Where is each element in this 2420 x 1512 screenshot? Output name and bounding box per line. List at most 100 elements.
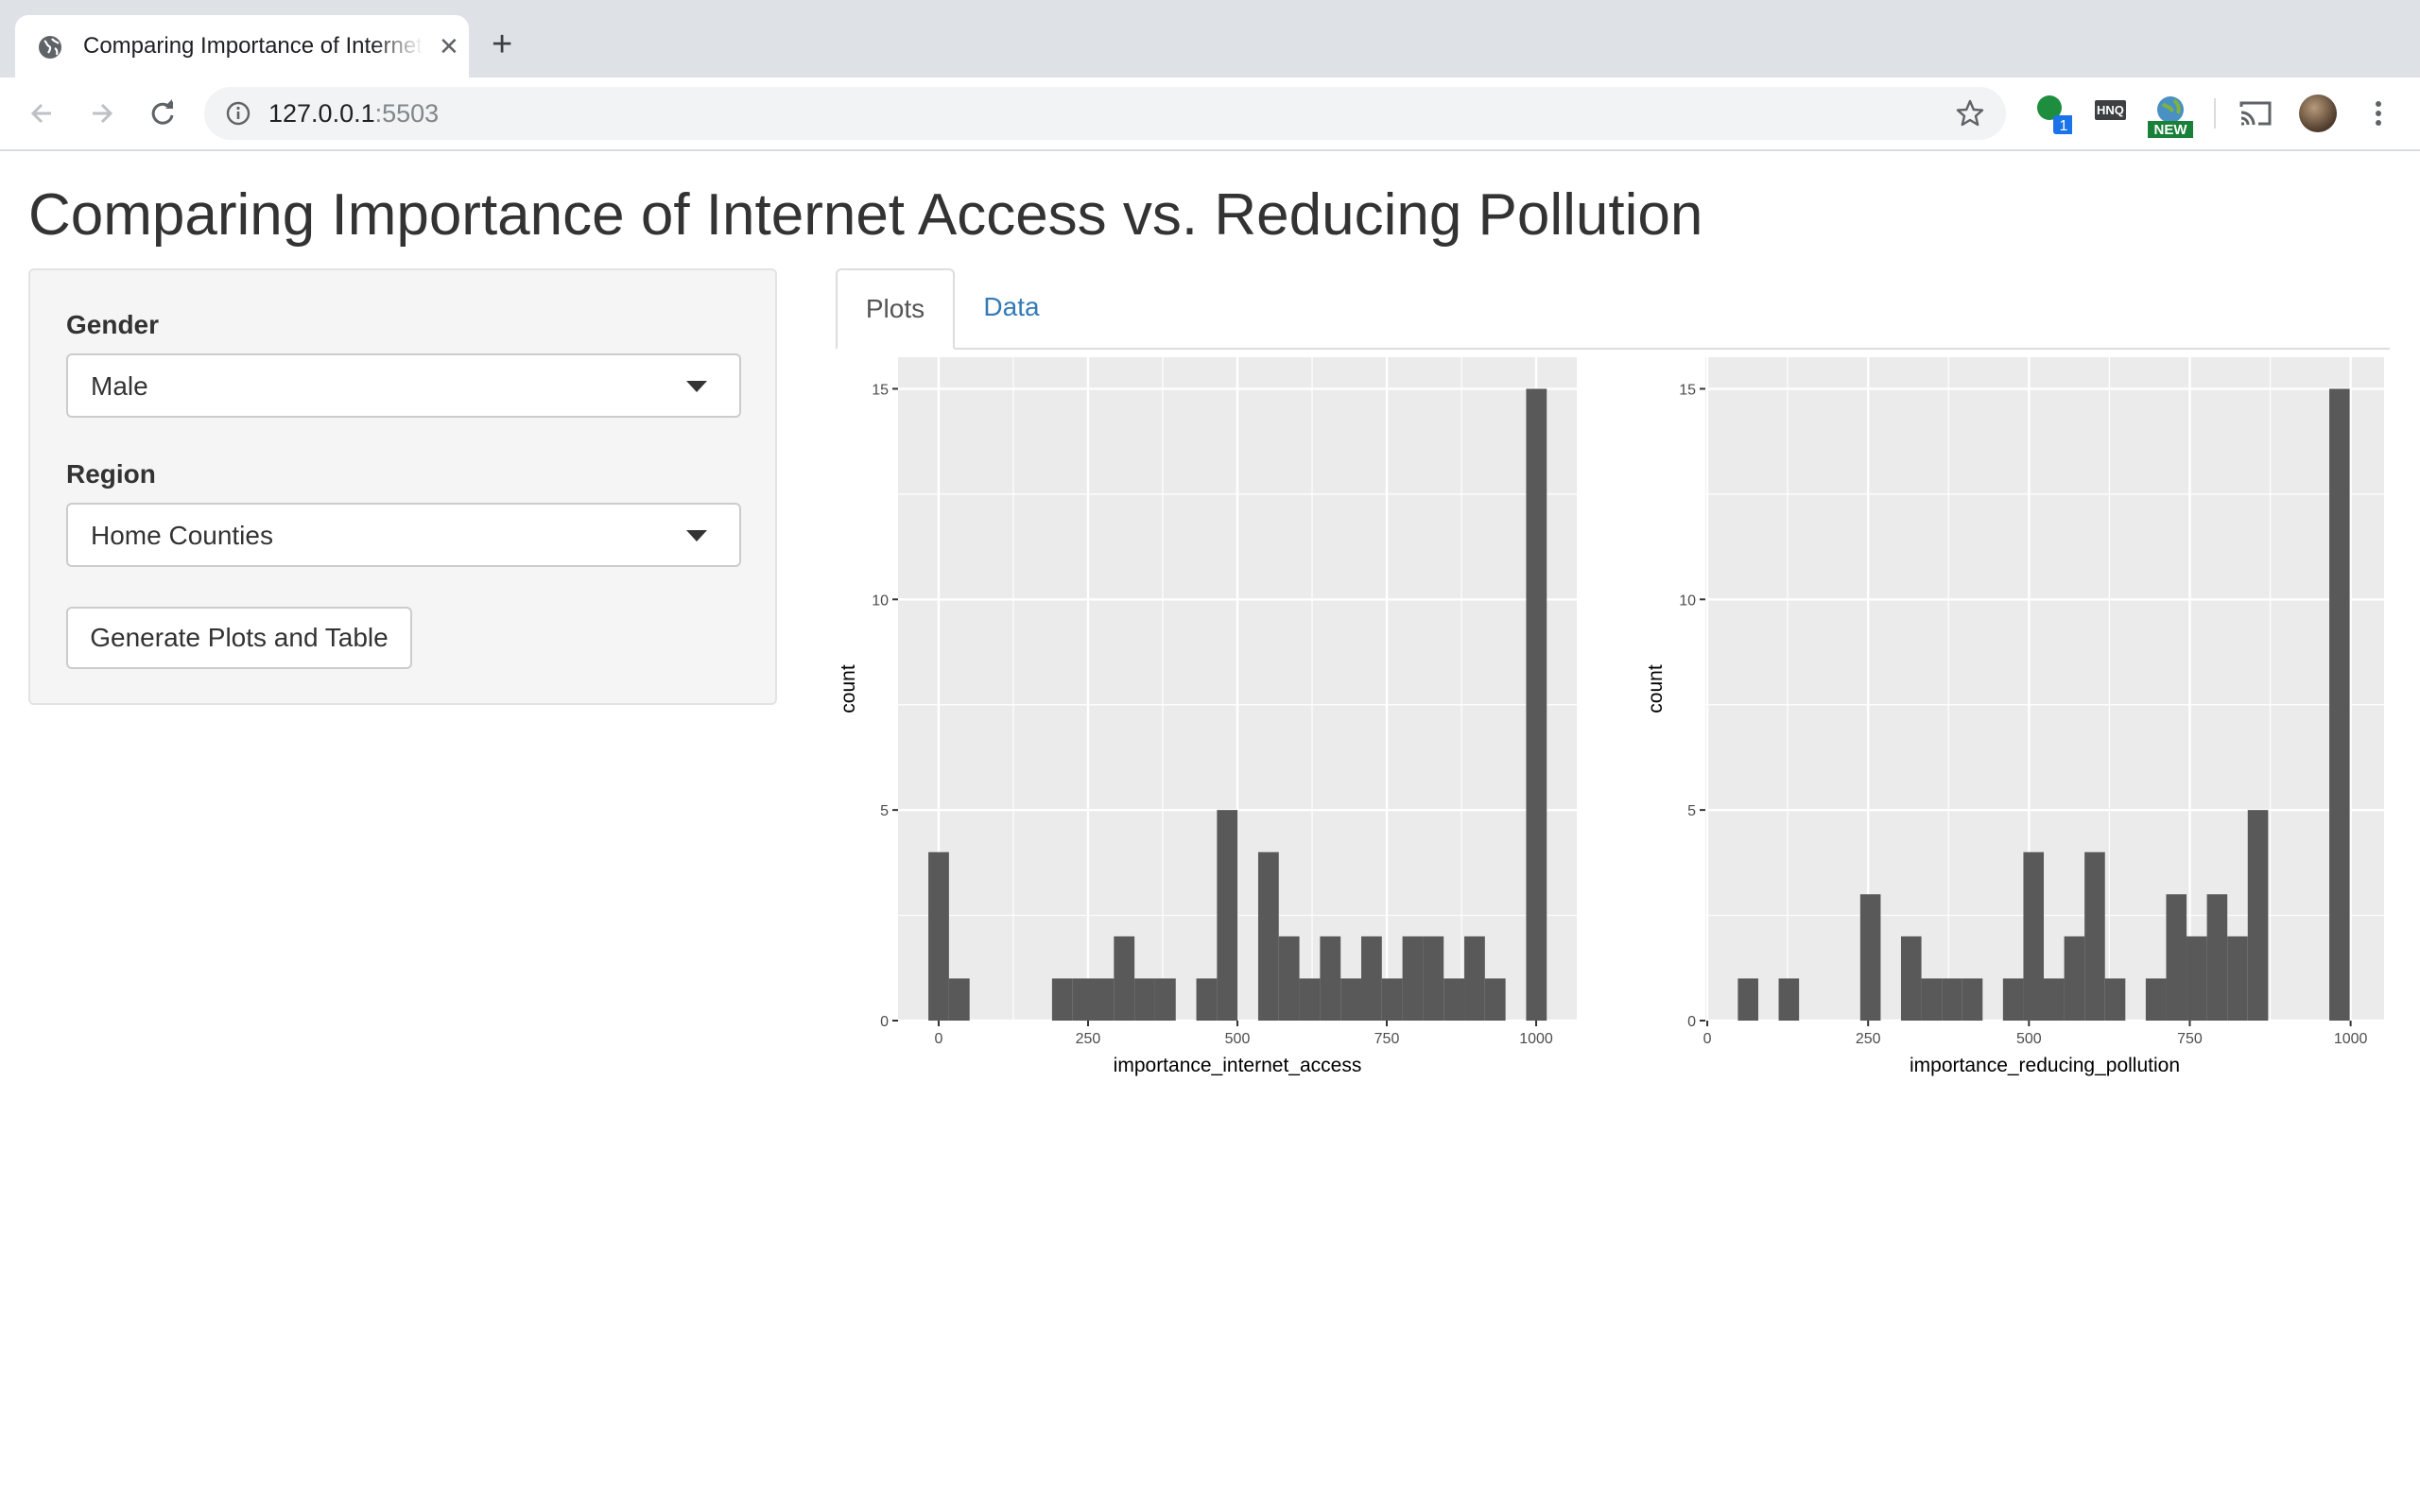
y-tick-label: 10 (872, 593, 889, 609)
svg-text:1: 1 (2060, 118, 2068, 134)
histogram-bar (1093, 978, 1115, 1021)
x-tick-label: 0 (935, 1031, 943, 1047)
histogram-bar (2023, 851, 2045, 1021)
y-axis-title: count (1645, 664, 1667, 713)
histogram-bar (1134, 978, 1155, 1021)
forward-arrow-icon[interactable] (83, 94, 121, 132)
histogram-bar (2329, 388, 2350, 1021)
hnq-extension-icon[interactable]: HNQ (2095, 100, 2126, 120)
chevron-down-icon (686, 381, 707, 392)
gender-label: Gender (66, 310, 160, 339)
histogram-reducing-pollution: 0 250 500 750 1000 0 5 10 15 importance_reducing_… (1645, 357, 2384, 1076)
browser-tab[interactable]: Comparing Importance of Internet Access … (15, 15, 469, 77)
histogram-bar (1114, 936, 1135, 1021)
y-tick-label: 15 (872, 382, 889, 398)
info-icon[interactable] (225, 100, 251, 127)
cast-icon[interactable] (2238, 98, 2273, 129)
y-tick-label: 5 (1687, 803, 1696, 819)
browser-toolbar: 127.0.0.1:5503 1 HNQ NEW (0, 77, 2420, 151)
y-tick-label: 15 (1679, 382, 1696, 398)
histogram-bar (1942, 978, 1962, 1021)
x-tick-label: 1000 (2334, 1031, 2368, 1047)
x-tick-label: 750 (2177, 1031, 2203, 1047)
toolbar-divider (2214, 98, 2216, 129)
gender-select-value: Male (91, 371, 148, 401)
histogram-bar (1402, 936, 1424, 1021)
histogram-bar (1778, 978, 1800, 1021)
histogram-bar (1737, 978, 1758, 1021)
region-label: Region (66, 459, 156, 489)
histogram-bar (2002, 978, 2024, 1021)
more-menu-icon[interactable] (2367, 98, 2390, 129)
histogram-bar (1196, 978, 1218, 1021)
histogram-bar (1154, 978, 1176, 1021)
svg-text:NEW: NEW (2154, 122, 2188, 138)
x-tick-label: 1000 (1519, 1031, 1553, 1047)
histogram-bar (1340, 978, 1361, 1021)
histogram-bar (1900, 936, 1922, 1021)
histogram-bar (928, 851, 949, 1021)
x-axis-title: importance_reducing_pollution (1910, 1055, 2180, 1076)
histogram-bar (2187, 936, 2207, 1021)
histogram-bar (2247, 810, 2269, 1021)
x-tick-label: 0 (1703, 1031, 1712, 1047)
page-title: Comparing Importance of Internet Access … (28, 182, 1703, 248)
histogram-bar (2044, 978, 2065, 1021)
sidebar-panel: Gender Male Region Home Counties Generat… (28, 268, 777, 705)
histogram-bar (1464, 936, 1485, 1021)
histogram-bar (1217, 810, 1238, 1021)
histogram-bar (1257, 851, 1279, 1021)
histogram-bar (1921, 978, 1943, 1021)
y-tick-label: 0 (880, 1014, 889, 1030)
histogram-bar (2206, 894, 2228, 1021)
plot-panel (1705, 357, 2384, 1021)
x-tick-label: 500 (2016, 1031, 2042, 1047)
y-tick-label: 0 (1687, 1014, 1696, 1030)
region-select-value: Home Counties (91, 521, 273, 550)
url-text: 127.0.0.1:5503 (268, 99, 440, 128)
x-axis-title: importance_internet_access (1114, 1055, 1362, 1076)
histogram-bar (1859, 894, 1881, 1021)
new-tab-icon[interactable]: + (492, 26, 512, 62)
histogram-bar (2084, 851, 2105, 1021)
histogram-bar (2104, 978, 2126, 1021)
browser-tabstrip: Comparing Importance of Internet Access … (0, 0, 2420, 77)
gender-select[interactable]: Male (66, 353, 741, 418)
x-tick-label: 500 (1225, 1031, 1251, 1047)
histogram-bar (1443, 978, 1465, 1021)
tab-title: Comparing Importance of Internet Access … (83, 33, 424, 59)
histogram-bar (1423, 936, 1444, 1021)
histogram-internet-access: 0 250 500 750 1000 0 5 10 15 importance_internet_… (838, 357, 1577, 1076)
histogram-bar (1526, 388, 1547, 1021)
chevron-down-icon (686, 530, 707, 541)
close-icon[interactable]: ✕ (439, 34, 459, 59)
x-tick-label: 750 (1374, 1031, 1400, 1047)
y-axis-title: count (838, 664, 859, 713)
histogram-bar (1360, 936, 1382, 1021)
histogram-bar (1051, 978, 1073, 1021)
avatar[interactable] (2299, 94, 2337, 132)
histogram-bar (1381, 978, 1403, 1021)
x-tick-label: 250 (1856, 1031, 1881, 1047)
tabs-nav: Plots Data (836, 268, 2390, 350)
tab-plots[interactable]: Plots (836, 268, 955, 350)
bookmark-star-icon[interactable] (1955, 98, 1985, 129)
histogram-bar (1299, 978, 1321, 1021)
histogram-bar (1962, 978, 1983, 1021)
tab-data[interactable]: Data (955, 268, 1068, 348)
reload-icon[interactable] (144, 94, 182, 132)
extension-green-icon[interactable]: 1 (2034, 91, 2074, 141)
back-arrow-icon[interactable] (23, 94, 60, 132)
address-bar[interactable]: 127.0.0.1:5503 (204, 87, 2006, 140)
histogram-bar (1278, 936, 1300, 1021)
y-tick-label: 10 (1679, 593, 1696, 609)
region-select[interactable]: Home Counties (66, 503, 741, 567)
extension-globe-new-icon[interactable]: NEW (2146, 91, 2195, 145)
histogram-bar (2227, 936, 2248, 1021)
generate-button[interactable]: Generate Plots and Table (66, 607, 412, 669)
histogram-bar (2166, 894, 2187, 1021)
histogram-bar (1072, 978, 1094, 1021)
y-tick-label: 5 (880, 803, 889, 819)
x-tick-label: 250 (1076, 1031, 1101, 1047)
histogram-bar (2145, 978, 2167, 1021)
